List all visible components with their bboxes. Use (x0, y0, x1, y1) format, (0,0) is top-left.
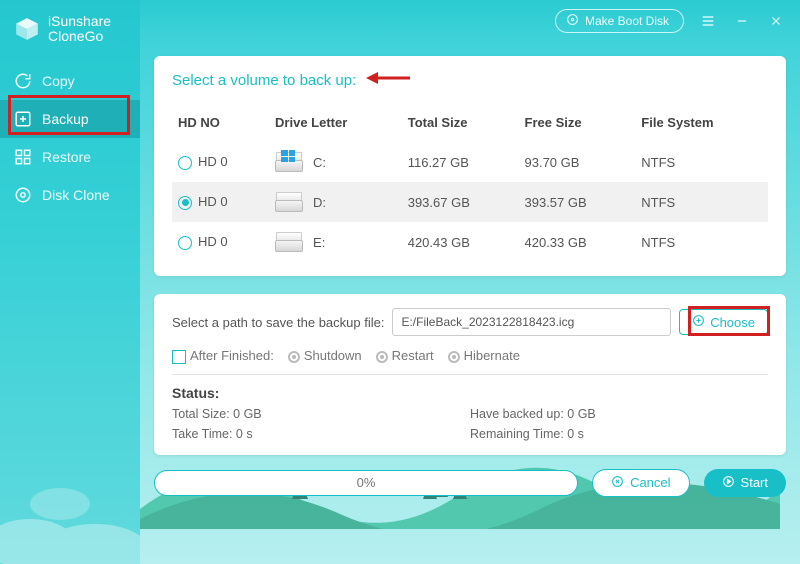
sidebar-item-label: Backup (42, 111, 89, 127)
sidebar-item-label: Disk Clone (42, 187, 110, 203)
menu-icon[interactable] (698, 11, 718, 31)
sidebar-item-label: Restore (42, 149, 91, 165)
cancel-button[interactable]: Cancel (592, 469, 689, 497)
radio-icon[interactable] (178, 156, 192, 170)
radio-icon[interactable] (178, 236, 192, 250)
radio-icon[interactable] (178, 196, 192, 210)
start-button[interactable]: Start (704, 469, 786, 497)
disk-icon (14, 186, 32, 204)
sidebar-item-copy[interactable]: Copy (0, 62, 140, 100)
volume-table: HD NO Drive Letter Total Size Free Size … (172, 107, 768, 262)
cloud-decoration (0, 444, 140, 564)
drive-icon (275, 232, 303, 252)
refresh-icon (14, 72, 32, 90)
col-file-system: File System (635, 107, 768, 142)
after-option-hibernate[interactable]: Hibernate (448, 348, 520, 363)
grid-icon (14, 148, 32, 166)
status-take-time: Take Time: 0 s (172, 427, 470, 441)
make-boot-disk-button[interactable]: Make Boot Disk (555, 9, 684, 33)
status-title: Status: (172, 385, 768, 401)
windows-flag-icon (281, 150, 295, 162)
col-drive-letter: Drive Letter (269, 107, 402, 142)
status-remaining: Remaining Time: 0 s (470, 427, 768, 441)
choose-button[interactable]: Choose (679, 309, 768, 335)
table-row[interactable]: HD 0 C: 116.27 GB 93.70 GB NTFS (172, 142, 768, 182)
app-logo: iSunshare CloneGo (0, 0, 140, 62)
sidebar-item-restore[interactable]: Restore (0, 138, 140, 176)
after-option-restart[interactable]: Restart (376, 348, 434, 363)
col-free-size: Free Size (519, 107, 636, 142)
drive-icon (275, 192, 303, 212)
after-finished-row: After Finished: Shutdown Restart Hiberna… (172, 348, 768, 375)
status-grid: Total Size: 0 GB Have backed up: 0 GB Ta… (172, 407, 768, 441)
after-option-shutdown[interactable]: Shutdown (288, 348, 362, 363)
drive-icon (275, 152, 303, 172)
path-label: Select a path to save the backup file: (172, 315, 384, 330)
after-finished-checkbox[interactable]: After Finished: (172, 348, 274, 364)
plus-box-icon (14, 110, 32, 128)
annotation-arrow-icon (366, 70, 410, 91)
backup-path-input[interactable] (392, 308, 671, 336)
table-row[interactable]: HD 0 E: 420.43 GB 420.33 GB NTFS (172, 222, 768, 262)
status-backed-up: Have backed up: 0 GB (470, 407, 768, 421)
status-total-size: Total Size: 0 GB (172, 407, 470, 421)
col-hdno: HD NO (172, 107, 269, 142)
col-total-size: Total Size (402, 107, 519, 142)
app-name: iSunshare CloneGo (48, 14, 111, 44)
backup-settings-panel: Select a path to save the backup file: C… (154, 294, 786, 455)
app-window: iSunshare CloneGo Copy Backup Restore (0, 0, 800, 564)
bottom-bar: 0% Cancel Start (154, 469, 786, 497)
disc-icon (566, 13, 579, 29)
table-row[interactable]: HD 0 D: 393.67 GB 393.57 GB NTFS (172, 182, 768, 222)
play-circle-icon (722, 475, 735, 491)
select-volume-prompt: Select a volume to back up: (172, 72, 356, 89)
volume-panel: Select a volume to back up: HD NO Drive … (154, 56, 786, 276)
close-icon[interactable] (766, 11, 786, 31)
progress-bar: 0% (154, 470, 578, 496)
progress-text: 0% (357, 475, 376, 490)
minimize-icon[interactable] (732, 11, 752, 31)
main-area: Select a volume to back up: HD NO Drive … (140, 42, 800, 564)
cancel-circle-icon (611, 475, 624, 491)
sidebar-item-backup[interactable]: Backup (0, 100, 140, 138)
sidebar-item-disk-clone[interactable]: Disk Clone (0, 176, 140, 214)
titlebar: Make Boot Disk (140, 0, 800, 42)
plus-circle-icon (692, 314, 705, 330)
sidebar-item-label: Copy (42, 73, 75, 89)
sidebar: iSunshare CloneGo Copy Backup Restore (0, 0, 140, 564)
logo-icon (14, 16, 40, 42)
